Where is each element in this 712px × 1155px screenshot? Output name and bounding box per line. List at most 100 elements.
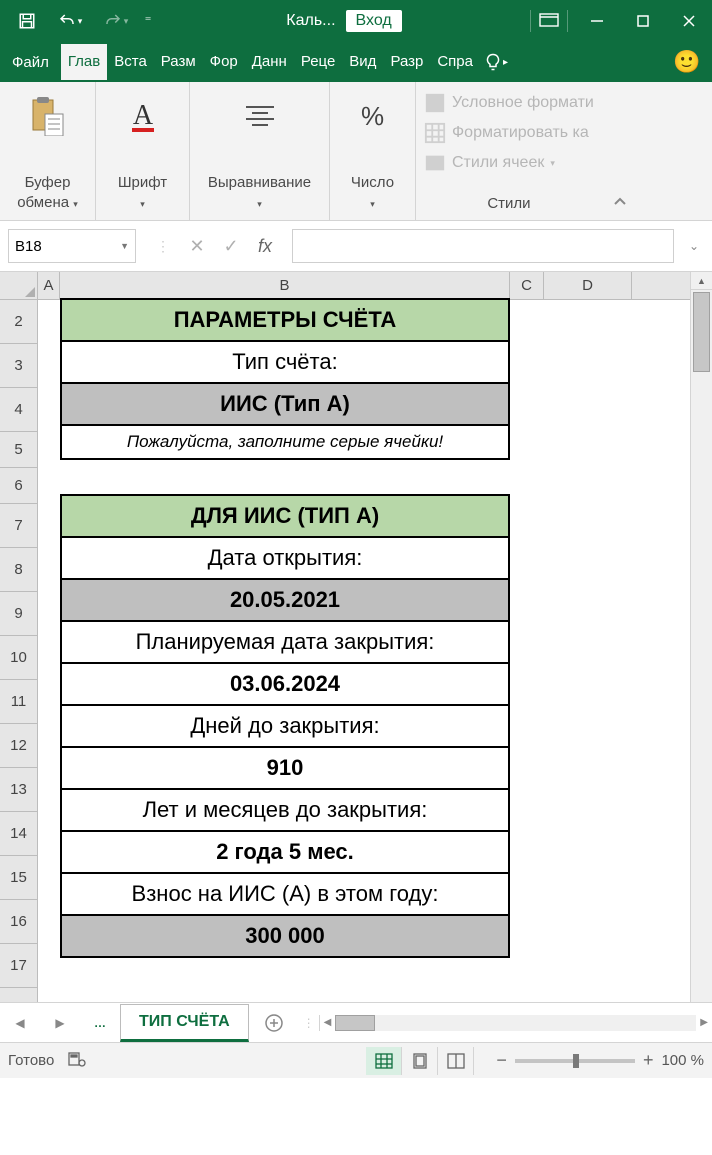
- save-icon[interactable]: [8, 0, 46, 42]
- enter-icon[interactable]: ✓: [214, 229, 248, 263]
- format-as-table-button[interactable]: Форматировать ка: [424, 118, 594, 148]
- qat-customize-icon[interactable]: ⁼: [140, 0, 156, 42]
- maximize-button[interactable]: [620, 0, 666, 42]
- spreadsheet-grid[interactable]: 2 3 4 5 6 7 8 9 10 11 12 13 14 15 16 17 …: [0, 272, 712, 1002]
- sheet-more[interactable]: …: [80, 1016, 120, 1030]
- close-button[interactable]: [666, 0, 712, 42]
- scrollbar-thumb[interactable]: [693, 292, 710, 372]
- conditional-format-label: Условное формати: [452, 94, 594, 112]
- column-header[interactable]: B: [60, 272, 510, 299]
- row-header[interactable]: 5: [0, 432, 37, 468]
- cell[interactable]: Взнос на ИИС (А) в этом году:: [60, 872, 510, 916]
- group-clipboard: Буфер обмена ▾: [0, 82, 96, 220]
- row-header[interactable]: 16: [0, 900, 37, 944]
- row-header[interactable]: 8: [0, 548, 37, 592]
- number-button[interactable]: %: [361, 88, 384, 138]
- redo-icon[interactable]: ▾: [94, 0, 138, 42]
- row-header[interactable]: 14: [0, 812, 37, 856]
- tab-view[interactable]: Вид: [342, 44, 383, 80]
- font-button[interactable]: A: [128, 88, 158, 138]
- cell[interactable]: Дата открытия:: [60, 536, 510, 580]
- tab-data[interactable]: Данн: [245, 44, 294, 80]
- cell[interactable]: ПАРАМЕТРЫ СЧЁТА: [60, 298, 510, 342]
- view-page-break-icon[interactable]: [438, 1047, 474, 1075]
- zoom-slider[interactable]: [515, 1059, 635, 1063]
- cell[interactable]: Планируемая дата закрытия:: [60, 620, 510, 664]
- view-page-layout-icon[interactable]: [402, 1047, 438, 1075]
- view-normal-icon[interactable]: [366, 1047, 402, 1075]
- collapse-ribbon-icon[interactable]: [602, 82, 638, 220]
- expand-formula-icon[interactable]: ⌄: [684, 239, 704, 253]
- sheet-nav-next[interactable]: ▶: [40, 1016, 80, 1030]
- tab-formulas[interactable]: Фор: [203, 44, 245, 80]
- row-header[interactable]: 11: [0, 680, 37, 724]
- cell[interactable]: Пожалуйста, заполните серые ячейки!: [60, 424, 510, 460]
- formula-input[interactable]: [292, 229, 674, 263]
- alignment-button[interactable]: [242, 88, 278, 138]
- signin-button[interactable]: Вход: [346, 10, 402, 32]
- row-header[interactable]: 10: [0, 636, 37, 680]
- sheet-nav-prev[interactable]: ◀: [0, 1016, 40, 1030]
- name-box[interactable]: B18 ▼: [8, 229, 136, 263]
- row-header[interactable]: 9: [0, 592, 37, 636]
- column-header[interactable]: A: [38, 272, 60, 299]
- cell[interactable]: Тип счёта:: [60, 340, 510, 384]
- cell[interactable]: 20.05.2021: [60, 578, 510, 622]
- cancel-icon[interactable]: ✕: [180, 229, 214, 263]
- sheet-tab-active[interactable]: ТИП СЧЁТА: [120, 1004, 249, 1042]
- row-header[interactable]: 12: [0, 724, 37, 768]
- cell[interactable]: 2 года 5 мес.: [60, 830, 510, 874]
- ribbon-display-icon[interactable]: [539, 13, 559, 30]
- select-all-button[interactable]: [0, 272, 37, 300]
- cell[interactable]: 300 000: [60, 914, 510, 958]
- group-font: A Шрифт▾: [96, 82, 190, 220]
- tab-insert[interactable]: Вста: [107, 44, 154, 80]
- tab-file[interactable]: Файл: [0, 45, 61, 80]
- column-header[interactable]: D: [544, 272, 632, 299]
- zoom-out-button[interactable]: −: [496, 1050, 507, 1071]
- horizontal-scrollbar[interactable]: ◀ ▶: [319, 1015, 712, 1031]
- row-header[interactable]: 4: [0, 388, 37, 432]
- tab-home[interactable]: Глав: [61, 44, 107, 80]
- conditional-format-button[interactable]: Условное формати: [424, 88, 594, 118]
- cell[interactable]: ИИС (Тип А): [60, 382, 510, 426]
- status-bar: Готово − + 100 %: [0, 1042, 712, 1078]
- row-header[interactable]: 3: [0, 344, 37, 388]
- scroll-up-icon[interactable]: ▲: [691, 272, 712, 290]
- tab-layout[interactable]: Разм: [154, 44, 203, 80]
- fx-icon[interactable]: fx: [248, 229, 282, 263]
- undo-icon[interactable]: ▾: [48, 0, 92, 42]
- tell-me-icon[interactable]: ▸: [480, 53, 512, 71]
- add-sheet-button[interactable]: [249, 1013, 299, 1033]
- status-ready: Готово: [8, 1052, 54, 1069]
- cell[interactable]: 03.06.2024: [60, 662, 510, 706]
- row-header[interactable]: 2: [0, 300, 37, 344]
- vertical-scrollbar[interactable]: ▲: [690, 272, 712, 1002]
- feedback-icon[interactable]: 🙂: [662, 49, 712, 75]
- cell[interactable]: 910: [60, 746, 510, 790]
- row-header[interactable]: 6: [0, 468, 37, 504]
- tab-review[interactable]: Реце: [294, 44, 342, 80]
- column-header[interactable]: C: [510, 272, 544, 299]
- minimize-button[interactable]: [574, 0, 620, 42]
- cell[interactable]: ДЛЯ ИИС (ТИП А): [60, 494, 510, 538]
- zoom-controls: − + 100 %: [496, 1050, 704, 1071]
- tab-developer[interactable]: Разр: [383, 44, 430, 80]
- cell[interactable]: Дней до закрытия:: [60, 704, 510, 748]
- group-styles: Условное формати Форматировать ка Стили …: [416, 82, 602, 220]
- tab-help[interactable]: Спра: [430, 44, 480, 80]
- group-alignment: Выравнивание▾: [190, 82, 330, 220]
- column-headers: A B C D: [38, 272, 690, 300]
- zoom-level[interactable]: 100 %: [661, 1052, 704, 1069]
- macro-record-icon[interactable]: [68, 1050, 86, 1072]
- formula-bar: B18 ▼ ⋮ ✕ ✓ fx ⌄: [0, 221, 712, 272]
- cell[interactable]: Лет и месяцев до закрытия:: [60, 788, 510, 832]
- cell-styles-button[interactable]: Стили ячеек ▾: [424, 148, 594, 178]
- row-header[interactable]: 13: [0, 768, 37, 812]
- paste-button[interactable]: [31, 88, 65, 138]
- row-header[interactable]: 17: [0, 944, 37, 988]
- zoom-in-button[interactable]: +: [643, 1050, 654, 1071]
- row-header[interactable]: 7: [0, 504, 37, 548]
- row-header[interactable]: 15: [0, 856, 37, 900]
- ribbon: Буфер обмена ▾ A Шрифт▾ Выравнивание▾ % …: [0, 82, 712, 221]
